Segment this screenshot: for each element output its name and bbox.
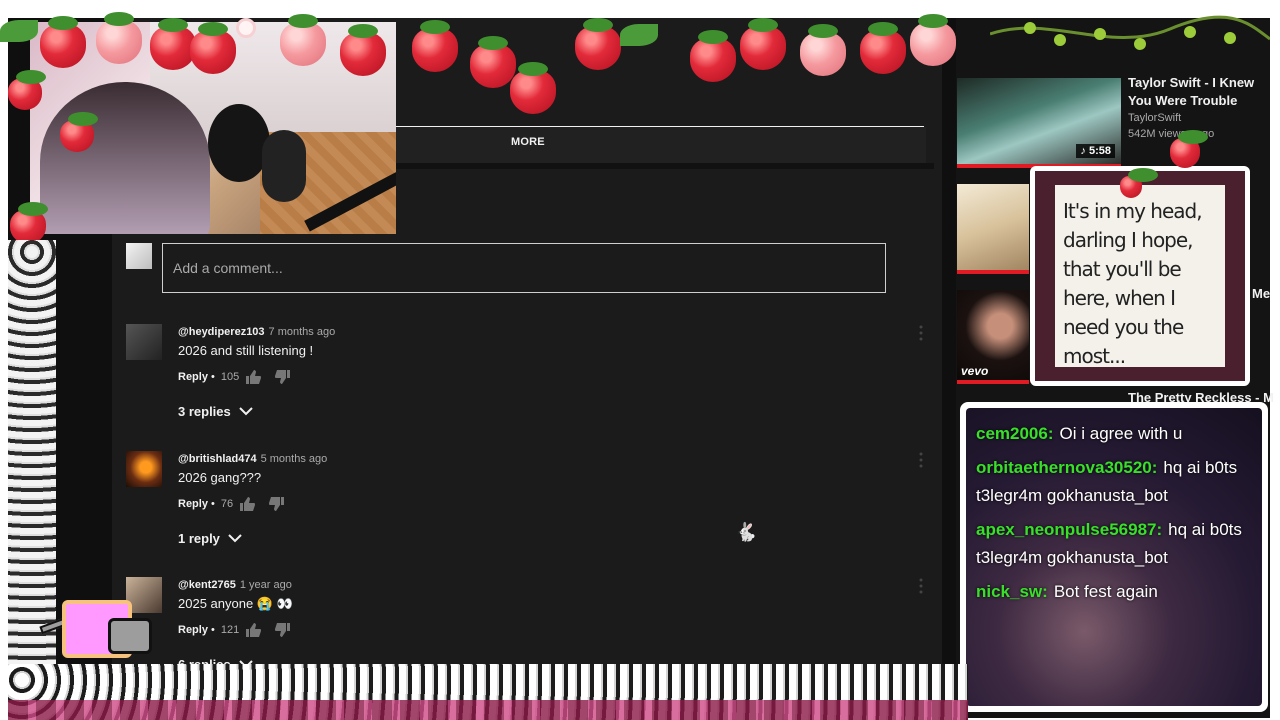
chat-text: Bot fest again — [1053, 582, 1158, 601]
chat-text: Oi i agree with u — [1059, 424, 1183, 443]
comment-time: 5 months ago — [260, 453, 328, 465]
replies-label: 3 replies — [178, 404, 231, 419]
reply-button[interactable]: Reply — [178, 371, 208, 383]
thumb-down-icon[interactable] — [269, 497, 285, 511]
comment-time: 1 year ago — [239, 579, 292, 591]
chat-message: cem2006: Oi i agree with u — [976, 420, 1252, 448]
chat-username[interactable]: cem2006: — [976, 424, 1054, 443]
hanging-vine — [990, 15, 1270, 50]
chat-message: apex_neonpulse56987: hq ai b0ts t3legr4m … — [976, 516, 1252, 572]
recommendation-channel[interactable]: TaylorSwift — [1128, 112, 1181, 124]
strawberry-icon — [60, 112, 98, 152]
chat-message: orbitaethernova30520: hq ai b0ts t3legr4m… — [976, 454, 1252, 510]
quote-paper: It's in my head, darling I hope, that yo… — [1055, 185, 1225, 368]
nyan-head — [108, 618, 152, 654]
chat-message: nick_sw: Bot fest again — [976, 578, 1252, 606]
comment-author[interactable]: @kent2765 1 year ago — [178, 579, 292, 591]
comment-text: 2025 anyone 😭 👀 — [178, 596, 293, 611]
add-comment-input[interactable] — [162, 243, 886, 293]
quote-card: It's in my head, darling I hope, that yo… — [1030, 166, 1250, 386]
avatar[interactable] — [126, 324, 162, 360]
column-divider — [942, 18, 956, 718]
recommendation-thumbnail[interactable] — [957, 184, 1029, 272]
recommendation-thumbnail[interactable]: vevo — [957, 290, 1029, 380]
avatar[interactable] — [126, 451, 162, 487]
replies-toggle[interactable]: 3 replies — [178, 404, 253, 419]
pop-filter — [208, 104, 270, 182]
divider-line — [396, 126, 924, 127]
bunny-cursor-icon: 🐇 — [735, 522, 758, 542]
more-vert-icon[interactable] — [914, 324, 928, 342]
reply-button[interactable]: Reply — [178, 498, 208, 510]
thumb-up-icon[interactable] — [239, 497, 256, 511]
thumb-down-icon[interactable] — [275, 370, 291, 384]
comment-text: 2026 and still listening ! — [178, 343, 314, 358]
more-vert-icon[interactable] — [914, 577, 928, 595]
separator-dot: • — [210, 371, 215, 383]
lace-trim — [8, 700, 968, 720]
comment-actions: Reply • 121 — [178, 623, 305, 637]
comment-author[interactable]: @heydiperez103 7 months ago — [178, 326, 335, 338]
chevron-down-icon — [239, 407, 253, 416]
strawberry-icon — [1120, 168, 1158, 198]
chevron-down-icon — [228, 534, 242, 543]
reply-button[interactable]: Reply — [178, 624, 208, 636]
stream-chat: cem2006: Oi i agree with u orbitaethernov… — [960, 402, 1268, 712]
comment-author[interactable]: @britishlad474 5 months ago — [178, 453, 327, 465]
like-count: 76 — [220, 498, 234, 510]
watch-progress-bar — [957, 380, 1029, 384]
more-vert-icon[interactable] — [914, 451, 928, 469]
replies-toggle[interactable]: 1 reply — [178, 531, 242, 546]
thumb-up-icon[interactable] — [245, 370, 262, 384]
comment-time: 7 months ago — [268, 326, 336, 338]
thumb-down-icon[interactable] — [275, 623, 291, 637]
description-bar — [396, 127, 926, 163]
quote-frame: It's in my head, darling I hope, that yo… — [1035, 171, 1245, 381]
more-button[interactable]: MORE — [511, 136, 545, 148]
strawberry-icon — [1170, 130, 1208, 168]
recommendation-title[interactable]: Me — [1252, 286, 1270, 301]
chat-username[interactable]: nick_sw: — [976, 582, 1048, 601]
chat-messages: cem2006: Oi i agree with u orbitaethernov… — [966, 408, 1262, 706]
comment-actions: Reply • 105 — [178, 370, 305, 384]
like-count: 105 — [220, 371, 240, 383]
lace-border-bottom — [8, 664, 968, 720]
chat-username[interactable]: apex_neonpulse56987: — [976, 520, 1162, 539]
comment-text: 2026 gang??? — [178, 470, 262, 485]
separator-dot: • — [210, 498, 215, 510]
thumb-up-icon[interactable] — [245, 623, 262, 637]
vevo-logo: vevo — [961, 364, 989, 378]
user-avatar — [126, 243, 152, 269]
strawberry-icon — [10, 202, 48, 244]
quote-text: It's in my head, darling I hope, that yo… — [1063, 199, 1203, 368]
replies-label: 1 reply — [178, 531, 220, 546]
streamer-figure — [40, 82, 210, 234]
like-count: 121 — [220, 624, 240, 636]
watch-progress-bar — [957, 270, 1029, 274]
comment-actions: Reply • 76 — [178, 497, 299, 511]
separator-dot: • — [210, 624, 215, 636]
chat-username[interactable]: orbitaethernova30520: — [976, 458, 1157, 477]
microphone — [262, 130, 306, 202]
nyan-cat-icon — [36, 596, 154, 666]
video-duration: ♪ 5:58 — [1076, 144, 1115, 158]
